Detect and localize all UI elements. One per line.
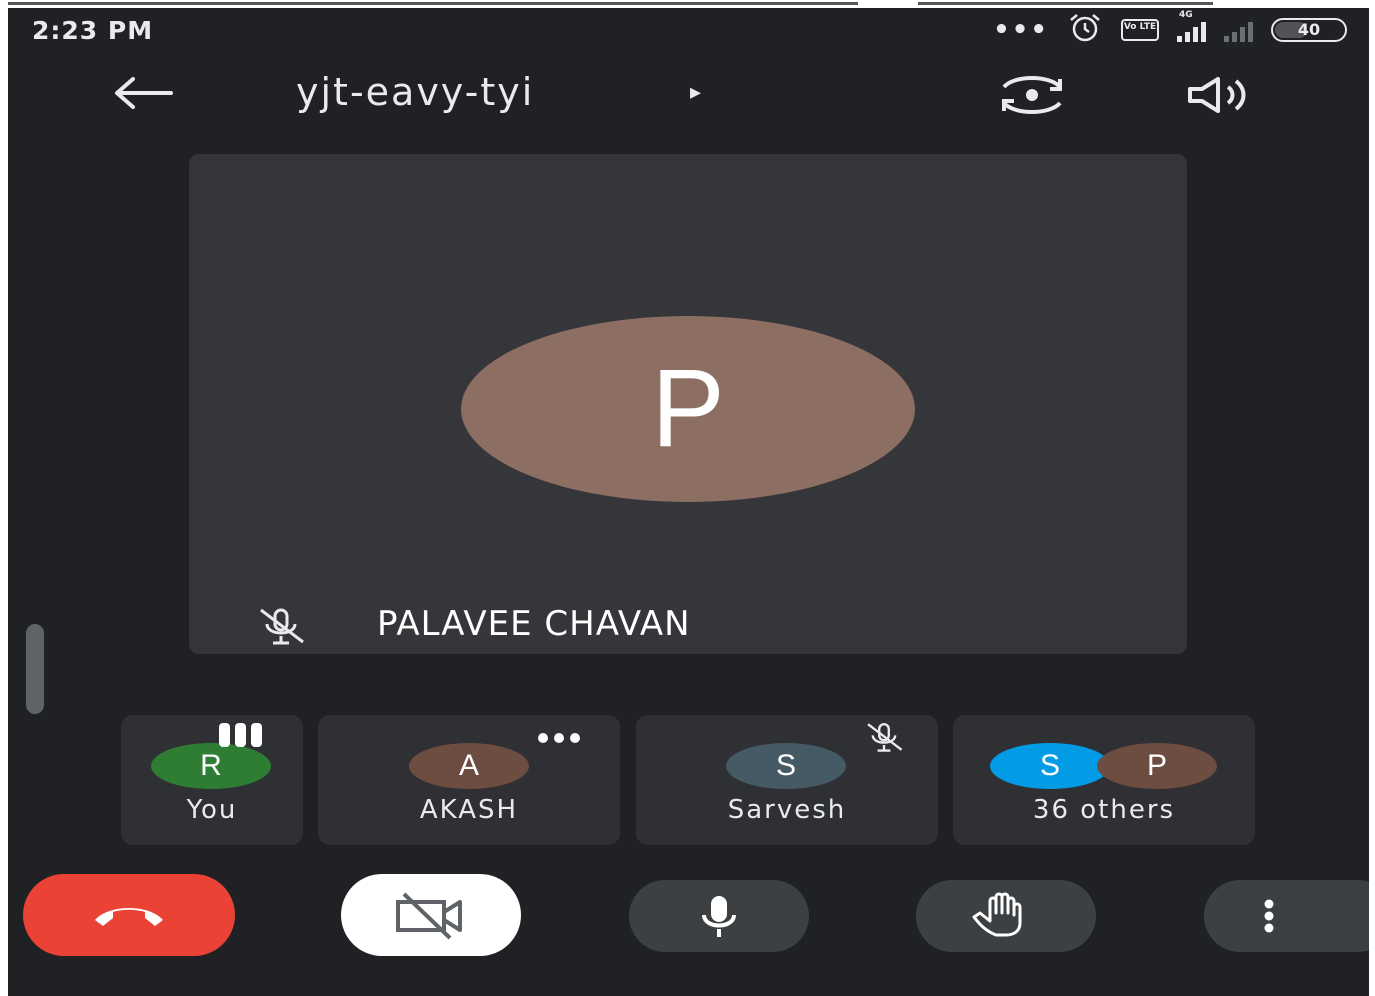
call-toolbar: yjt-eavy-tyi ▸ [8,58,1369,128]
network-type-label: 4G [1179,10,1193,20]
muted-mic-icon [253,606,309,646]
participant-tile-you[interactable]: R You [121,715,303,845]
status-time: 2:23 PM [32,16,154,45]
top-edge-line-right [918,2,1213,5]
avatar: S [726,743,846,789]
microphone-button[interactable] [629,880,809,952]
avatar: S [990,743,1110,789]
raise-hand-icon [972,892,1022,937]
speaker-button[interactable] [1178,70,1258,120]
more-dots-icon: ••• [993,15,1049,45]
speaking-indicator-icon [219,723,262,747]
camera-off-icon [396,892,462,940]
more-options-button[interactable] [1204,880,1369,952]
scroll-handle[interactable] [26,624,44,714]
avatar: A [409,743,529,789]
main-speaker-name: PALAVEE CHAVAN [377,604,691,644]
more-dots-icon [538,733,580,743]
switch-camera-icon [1002,76,1062,114]
speaker-icon [1188,77,1246,113]
end-call-button[interactable] [23,874,235,956]
participant-tile-others[interactable]: S P 36 others [953,715,1255,845]
end-call-icon [95,908,163,926]
camera-toggle-button[interactable] [341,874,521,956]
raise-hand-button[interactable] [916,880,1096,952]
microphone-icon [702,896,736,937]
participant-name: Sarvesh [727,795,847,825]
main-speaker-tile[interactable]: P PALAVEE CHAVAN [189,154,1187,654]
battery-level: 40 [1297,20,1321,39]
participant-tile-akash[interactable]: A AKASH [318,715,620,845]
participant-tile-sarvesh[interactable]: S Sarvesh [636,715,938,845]
volte-icon: Vo LTE [1121,19,1159,41]
avatar: P [1097,743,1217,789]
muted-mic-icon [856,721,912,757]
more-vert-icon [1264,899,1274,933]
top-edge-line-left [8,2,858,5]
participant-name: AKASH [419,795,519,825]
others-count-label: 36 others [1032,795,1176,825]
back-button[interactable] [108,68,178,118]
status-icons: ••• Vo LTE 4G 40 [993,10,1347,47]
alarm-icon [1067,13,1103,47]
main-speaker-avatar: P [461,316,915,502]
meeting-info-caret-icon[interactable]: ▸ [690,80,701,105]
meet-call-screen: 2:23 PM ••• Vo LTE 4G 40 yjt-eavy-tyi ▸ … [8,8,1369,996]
avatar: R [151,743,271,789]
battery-icon: 40 [1271,18,1347,42]
back-arrow-icon [115,77,173,109]
signal-no-service-icon [1224,18,1253,42]
switch-camera-button[interactable] [992,70,1072,120]
signal-4g-icon: 4G [1177,10,1206,42]
meeting-code[interactable]: yjt-eavy-tyi [296,70,534,114]
participant-name: You [186,795,238,825]
status-bar: 2:23 PM ••• Vo LTE 4G 40 [8,8,1369,52]
